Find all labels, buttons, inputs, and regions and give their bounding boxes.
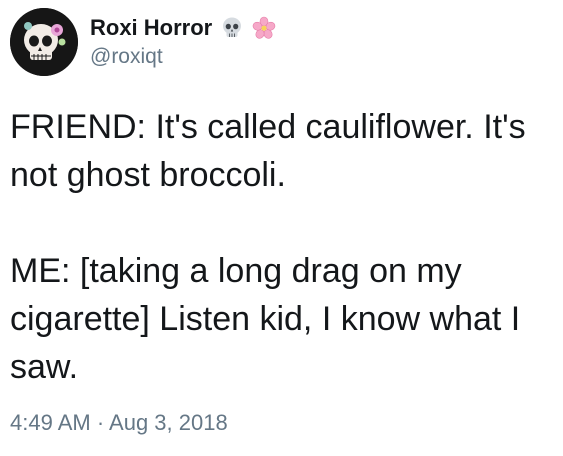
cherry-blossom-icon	[252, 16, 276, 40]
display-name[interactable]: Roxi Horror	[90, 15, 212, 41]
tweet-text: FRIEND: It's called cauliflower. It's no…	[10, 108, 526, 386]
user-handle[interactable]: @roxiqt	[90, 45, 276, 69]
skull-icon	[220, 16, 244, 40]
tweet-timestamp[interactable]: 4:49 AM · Aug 3, 2018	[10, 410, 228, 436]
skull-avatar-image	[10, 8, 78, 76]
author-names: Roxi Horror @roxiqt	[90, 12, 276, 69]
display-name-row: Roxi Horror	[90, 12, 276, 44]
tweet-header: Roxi Horror @roxiqt	[10, 8, 276, 76]
tweet-card: Roxi Horror @roxiqt FRIEND: It's called …	[0, 0, 563, 456]
avatar[interactable]	[10, 8, 78, 76]
